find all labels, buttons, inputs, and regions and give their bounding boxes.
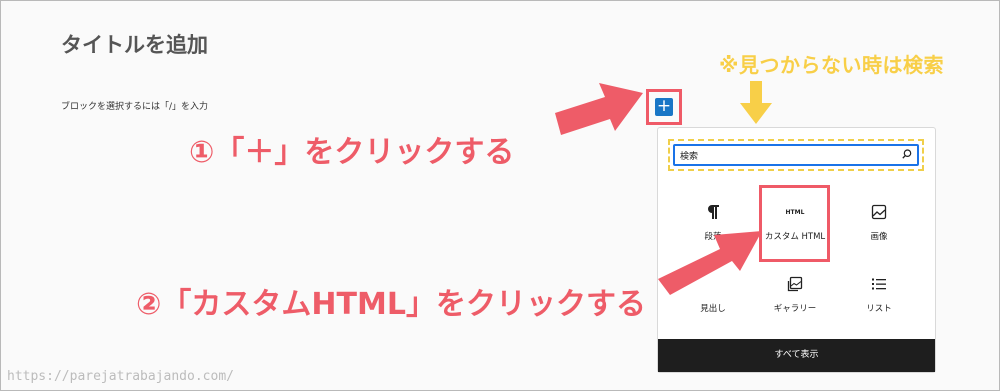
show-all-button[interactable]: すべて表示 [658, 339, 935, 372]
search-icon [902, 149, 912, 159]
block-list[interactable]: リスト [839, 272, 919, 322]
block-label: ギャラリー [773, 304, 817, 314]
watermark-url: https://parejatrabajando.com/ [7, 369, 234, 384]
list-icon [839, 276, 919, 298]
arrow-to-custom-html-icon [658, 231, 762, 295]
search-highlight [668, 139, 924, 171]
step2-instruction: ②「カスタムHTML」をクリックする [136, 287, 646, 322]
title-placeholder[interactable]: タイトルを追加 [61, 29, 208, 59]
add-block-button[interactable]: + [655, 98, 673, 116]
block-label: リスト [866, 304, 892, 314]
step1-instruction: ①「＋」をクリックする [189, 135, 515, 170]
editor-frame: タイトルを追加 ブロックを選択するには「/」を入力 + ※見つからない時は検索 … [0, 0, 1000, 391]
block-label: 画像 [870, 232, 888, 242]
search-note: ※見つからない時は検索 [719, 53, 944, 77]
arrow-to-add-button-icon [555, 83, 643, 135]
add-block-highlight: + [646, 89, 682, 125]
search-input[interactable] [673, 144, 919, 166]
image-icon [839, 204, 919, 226]
custom-html-highlight [759, 185, 830, 262]
block-hint[interactable]: ブロックを選択するには「/」を入力 [61, 99, 208, 112]
arrow-down-icon [740, 81, 772, 124]
block-label: 見出し [700, 304, 726, 314]
block-image[interactable]: 画像 [839, 200, 919, 250]
